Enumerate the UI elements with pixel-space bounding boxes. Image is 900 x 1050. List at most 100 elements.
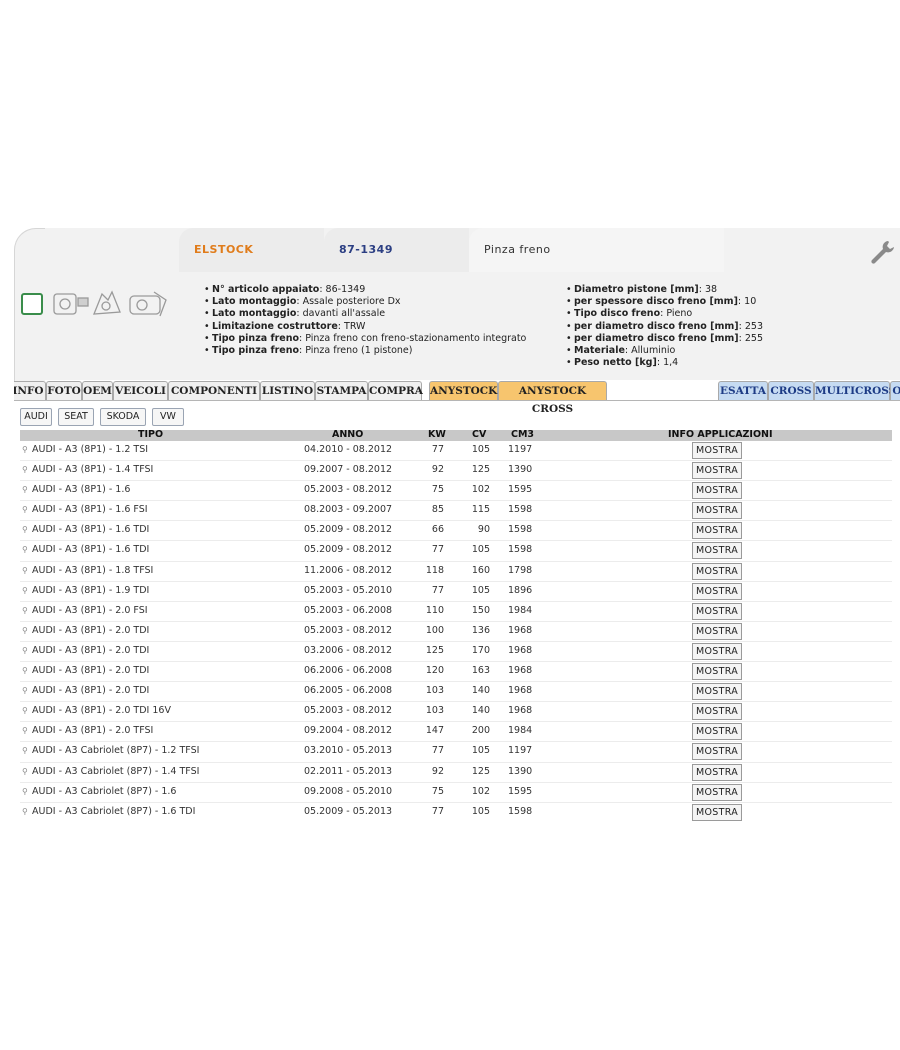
tab-cross[interactable]: CROSS xyxy=(768,381,814,400)
tab-anystock-cross[interactable]: ANYSTOCK CROSS xyxy=(498,381,607,415)
cell-tipo[interactable]: ⚲ AUDI - A3 (8P1) - 2.0 FSI xyxy=(22,605,148,617)
cell-anno: 06.2005 - 06.2008 xyxy=(304,685,393,697)
cell-tipo[interactable]: ⚲ AUDI - A3 (8P1) - 1.6 xyxy=(22,484,130,496)
cell-cv: 102 xyxy=(471,785,490,797)
tab-foto[interactable]: FOTO xyxy=(46,381,82,400)
mostra-button[interactable]: MOSTRA xyxy=(692,582,742,600)
cell-cv: 136 xyxy=(471,624,490,636)
cell-kw: 120 xyxy=(425,665,444,677)
tab-componenti[interactable]: COMPONENTI xyxy=(168,381,260,400)
cell-cv: 163 xyxy=(471,665,490,677)
mostra-button[interactable]: MOSTRA xyxy=(692,442,742,459)
bullet-icon: • xyxy=(566,332,572,344)
mostra-button[interactable]: MOSTRA xyxy=(692,743,742,761)
spec-value: 10 xyxy=(744,296,757,308)
tab-oem[interactable]: OEM xyxy=(82,381,113,400)
cell-kw: 77 xyxy=(431,444,444,455)
spec-line: • Peso netto [kg]: 1,4 xyxy=(566,357,763,369)
cell-tipo[interactable]: ⚲ AUDI - A3 (8P1) - 2.0 TDI 16V xyxy=(22,705,171,717)
mostra-button[interactable]: MOSTRA xyxy=(692,703,742,721)
tab-veicoli[interactable]: VEICOLI xyxy=(113,381,168,400)
spec-key: per spessore disco freno [mm] xyxy=(574,296,738,308)
table-row: ⚲ AUDI - A3 Cabriolet (8P7) - 1.4 TFSI 02.… xyxy=(20,763,892,783)
bullet-icon: • xyxy=(204,332,210,344)
brand-filter-audi[interactable]: AUDI xyxy=(20,408,52,426)
cell-tipo-text: AUDI - A3 (8P1) - 2.0 FSI xyxy=(32,604,148,616)
cell-tipo[interactable]: ⚲ AUDI - A3 (8P1) - 1.6 TDI xyxy=(22,524,149,536)
table-row: ⚲ AUDI - A3 (8P1) - 1.6 TDI 05.2009 - 08.2… xyxy=(20,541,892,562)
cell-anno: 05.2009 - 05.2013 xyxy=(304,805,393,817)
table-row: ⚲ AUDI - A3 (8P1) - 2.0 TDI 06.2006 - 06.2… xyxy=(20,662,892,683)
mostra-button[interactable]: MOSTRA xyxy=(692,642,742,660)
table-row: ⚲ AUDI - A3 (8P1) - 2.0 TDI 05.2003 - 08.2… xyxy=(20,622,892,642)
mostra-button[interactable]: MOSTRA xyxy=(692,562,742,580)
cell-tipo[interactable]: ⚲ AUDI - A3 (8P1) - 2.0 TDI xyxy=(22,625,149,637)
mostra-button[interactable]: MOSTRA xyxy=(692,723,742,741)
cell-tipo[interactable]: ⚲ AUDI - A3 Cabriolet (8P7) - 1.2 TFSI xyxy=(22,745,199,757)
mostra-button[interactable]: MOSTRA xyxy=(692,663,742,681)
tab-stampa[interactable]: STAMPA xyxy=(315,381,368,400)
cell-tipo[interactable]: ⚲ AUDI - A3 Cabriolet (8P7) - 1.4 TFSI xyxy=(22,766,199,778)
mostra-button[interactable]: MOSTRA xyxy=(692,683,742,701)
cell-cm3: 1984 xyxy=(508,725,533,737)
select-checkbox[interactable] xyxy=(21,293,43,315)
cell-kw: 110 xyxy=(425,604,444,616)
spec-value: 253 xyxy=(744,320,763,332)
tab-listino[interactable]: LISTINO xyxy=(260,381,315,400)
spec-value: Pinza freno (1 pistone) xyxy=(305,345,413,357)
cell-kw: 92 xyxy=(431,765,444,777)
bullet-icon: • xyxy=(204,320,210,332)
mostra-button[interactable]: MOSTRA xyxy=(692,482,742,500)
spec-line: • Lato montaggio: davanti all'assale xyxy=(204,308,526,320)
cell-tipo[interactable]: ⚲ AUDI - A3 (8P1) - 1.9 TDI xyxy=(22,585,149,597)
cell-tipo[interactable]: ⚲ AUDI - A3 Cabriolet (8P7) - 1.6 xyxy=(22,786,176,798)
cell-cv: 102 xyxy=(471,484,490,496)
table-row: ⚲ AUDI - A3 (8P1) - 2.0 TDI 03.2006 - 08.2… xyxy=(20,642,892,663)
cell-tipo[interactable]: ⚲ AUDI - A3 Cabriolet (8P7) - 1.6 TDI xyxy=(22,806,195,818)
tab-multicross[interactable]: MULTICROSS xyxy=(814,381,896,400)
spec-key: N° articolo appaiato xyxy=(212,284,320,295)
cell-tipo[interactable]: ⚲ AUDI - A3 (8P1) - 1.8 TFSI xyxy=(22,565,153,577)
tab-esatta[interactable]: ESATTA xyxy=(718,381,768,400)
brand-filter-vw[interactable]: VW xyxy=(152,408,184,426)
article-code[interactable]: 87-1349 xyxy=(324,228,469,272)
cell-tipo-text: AUDI - A3 (8P1) - 1.2 TSI xyxy=(32,444,149,455)
tab-oe[interactable]: OE xyxy=(890,381,900,400)
cell-tipo[interactable]: ⚲ AUDI - A3 (8P1) - 1.6 FSI xyxy=(22,504,148,516)
tab-info[interactable]: INFO xyxy=(14,381,46,400)
product-photo-thumbnails[interactable] xyxy=(50,286,170,324)
mostra-button[interactable]: MOSTRA xyxy=(692,502,742,520)
spec-value: Pinza freno con freno-stazionamento inte… xyxy=(305,332,527,344)
cell-tipo[interactable]: ⚲ AUDI - A3 (8P1) - 2.0 TDI xyxy=(22,665,149,677)
mostra-button[interactable]: MOSTRA xyxy=(692,803,742,821)
brand-filter-seat[interactable]: SEAT xyxy=(58,408,94,426)
brand-filter-skoda[interactable]: SKODA xyxy=(100,408,146,426)
cell-tipo[interactable]: ⚲ AUDI - A3 (8P1) - 1.2 TSI xyxy=(22,444,148,456)
mostra-button[interactable]: MOSTRA xyxy=(692,462,742,480)
tab-compra[interactable]: COMPRA xyxy=(368,381,423,400)
mostra-button[interactable]: MOSTRA xyxy=(692,522,742,540)
cell-tipo[interactable]: ⚲ AUDI - A3 (8P1) - 1.4 TFSI xyxy=(22,464,153,476)
mostra-button[interactable]: MOSTRA xyxy=(692,602,742,620)
wrench-icon[interactable] xyxy=(868,238,896,266)
cell-anno: 05.2009 - 08.2012 xyxy=(304,524,393,536)
cell-tipo-text: AUDI - A3 (8P1) - 1.9 TDI xyxy=(32,584,150,596)
tab-anystock[interactable]: ANYSTOCK xyxy=(429,381,498,400)
mostra-button[interactable]: MOSTRA xyxy=(692,622,742,640)
search-icon: ⚲ xyxy=(22,726,28,736)
cell-tipo[interactable]: ⚲ AUDI - A3 (8P1) - 1.6 TDI xyxy=(22,544,149,556)
cell-cv: 140 xyxy=(471,685,490,697)
cell-cv: 140 xyxy=(471,705,490,717)
mostra-button[interactable]: MOSTRA xyxy=(692,542,742,560)
mostra-button[interactable]: MOSTRA xyxy=(692,783,742,801)
spec-line: • per diametro disco freno [mm]: 255 xyxy=(566,333,763,345)
spec-key: Lato montaggio xyxy=(212,296,297,308)
cell-kw: 75 xyxy=(431,785,444,797)
cell-tipo-text: AUDI - A3 (8P1) - 1.6 FSI xyxy=(32,504,148,516)
table-row: ⚲ AUDI - A3 (8P1) - 1.9 TDI 05.2003 - 05.2… xyxy=(20,582,892,602)
mostra-button[interactable]: MOSTRA xyxy=(692,763,742,781)
spec-key: Tipo disco freno xyxy=(574,308,661,320)
cell-tipo[interactable]: ⚲ AUDI - A3 (8P1) - 2.0 TDI xyxy=(22,685,149,697)
cell-tipo[interactable]: ⚲ AUDI - A3 (8P1) - 2.0 TDI xyxy=(22,645,149,657)
cell-tipo[interactable]: ⚲ AUDI - A3 (8P1) - 2.0 TFSI xyxy=(22,725,153,737)
